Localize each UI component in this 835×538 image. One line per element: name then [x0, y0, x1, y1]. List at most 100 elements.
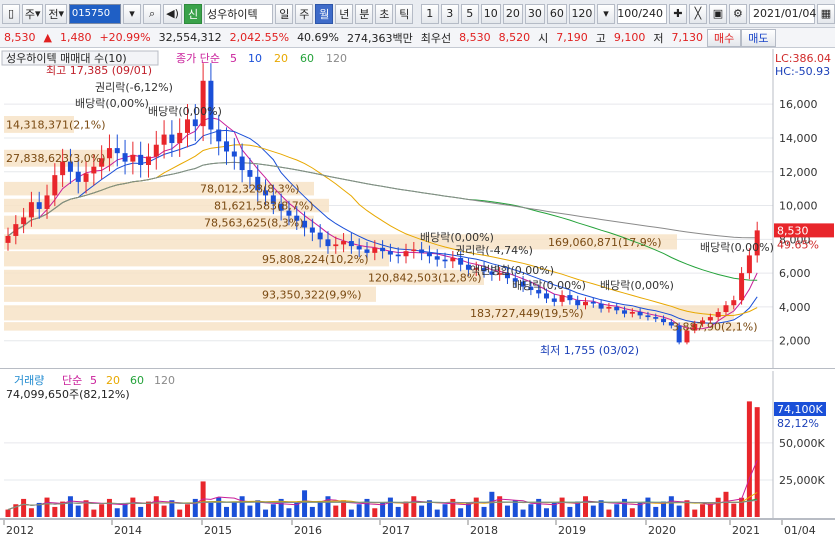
time-tick-label: 2019	[558, 524, 586, 537]
candle-body	[442, 259, 448, 262]
period-second-button[interactable]: 초	[375, 3, 394, 24]
interval-5-button[interactable]: 5	[460, 3, 479, 24]
save-icon[interactable]: ▣	[708, 3, 727, 24]
crosshair-icon[interactable]: ✚	[668, 3, 687, 24]
market-type-select[interactable]: 주 ▾	[22, 3, 44, 24]
volume-bar	[700, 504, 706, 517]
period-week-button[interactable]: 주	[295, 3, 314, 24]
candle-body	[317, 232, 323, 240]
sell-order-button[interactable]: 매도	[741, 28, 776, 47]
volume-profile-label: 95,808,224(10,2%)	[262, 253, 369, 266]
volume-ma-period: 120	[154, 374, 175, 387]
interval-60-button[interactable]: 60	[546, 3, 567, 24]
ma-period-label: 5	[230, 52, 237, 65]
stock-name-field: 성우하이텍	[204, 3, 274, 24]
volume-chart-pane[interactable]: 50,000K 25,000K 거래량 단순 5 20 60 120 74,099,650주(8…	[0, 371, 835, 519]
code-dropdown-icon[interactable]: ▾	[123, 3, 142, 24]
candle-body	[333, 244, 339, 247]
volume-profile-label: 169,060,871(17,9%)	[548, 236, 662, 249]
volume-bar	[676, 505, 682, 517]
event-annotation: 배당락(0,00%)	[420, 231, 494, 244]
time-tick-label: 2018	[470, 524, 498, 537]
period-tick-button[interactable]: 틱	[395, 3, 414, 24]
interval-3-button[interactable]: 3	[440, 3, 459, 24]
volume-bar	[653, 506, 659, 517]
volume-bar	[161, 505, 167, 517]
calendar-icon[interactable]: ▦	[816, 3, 835, 24]
price-change-pct: +20.99%	[99, 31, 151, 44]
candle-body	[411, 249, 417, 252]
date-input[interactable]: 2021/01/04	[748, 3, 816, 24]
interval-120-button[interactable]: 120	[568, 3, 595, 24]
low-price-note: 최저 1,755 (03/02)	[540, 344, 639, 357]
volume-bar	[67, 496, 73, 517]
candle-body	[91, 166, 97, 174]
time-tick-label: 2012	[6, 524, 34, 537]
interval-30-button[interactable]: 30	[524, 3, 545, 24]
price-chart[interactable]: 16,00014,00012,00010,0008,0006,0004,0002…	[0, 49, 835, 369]
menu-select[interactable]: 전 ▾	[45, 3, 67, 24]
volume-bar	[364, 498, 370, 517]
stock-code-input[interactable]: 015750	[68, 3, 122, 24]
sound-icon[interactable]: ◀)	[163, 3, 183, 24]
volume-bar	[247, 505, 253, 517]
volume-bar	[216, 497, 222, 517]
layout-icon[interactable]: ▯	[2, 3, 20, 24]
volume-tick-label: 50,000K	[779, 437, 825, 450]
candle-body	[434, 256, 440, 260]
candle-body	[723, 305, 729, 312]
volume-bar	[333, 505, 339, 517]
volume-chart[interactable]: 50,000K 25,000K 거래량 단순 5 20 60 120 74,099,650주(8…	[0, 371, 835, 519]
volume-bar	[395, 506, 401, 517]
time-axis-svg: 2012 2014 2015 2016 2017 2018 2019 2020 2021 01/0…	[3, 520, 816, 537]
interval-10-button[interactable]: 10	[480, 3, 501, 24]
candle-body	[614, 306, 620, 311]
ask-price: 8,530	[459, 31, 491, 44]
volume-bar	[317, 501, 323, 517]
volume-bar	[341, 500, 347, 517]
buy-order-button[interactable]: 매수	[707, 28, 742, 47]
candle-body	[356, 246, 362, 250]
ma-period-label: 60	[300, 52, 314, 65]
gear-icon[interactable]: ⚙	[728, 3, 747, 24]
volume-bar	[622, 498, 628, 517]
candle-body	[387, 251, 393, 255]
candle-body	[341, 241, 347, 245]
interval-1-button[interactable]: 1	[420, 3, 439, 24]
volume-bar	[583, 496, 589, 517]
candle-body	[395, 254, 401, 257]
candle-body	[746, 255, 752, 274]
event-annotation: 배당락(0,00%)	[700, 241, 774, 254]
volume-bar	[28, 508, 34, 517]
data-count-input[interactable]: 100/240	[616, 3, 667, 24]
candle-body	[83, 173, 89, 182]
candle-body	[543, 293, 549, 299]
volume-tick-label: 25,000K	[779, 474, 825, 487]
candle-body	[380, 247, 386, 252]
period-day-button[interactable]: 일	[275, 3, 294, 24]
interval-dropdown-icon[interactable]: ▾	[596, 3, 615, 24]
period-minute-button[interactable]: 분	[355, 3, 374, 24]
candle-body	[419, 249, 425, 253]
volume-ma-period: 5	[90, 374, 97, 387]
volume-bar	[723, 491, 729, 517]
ma-label: 종가 단순	[176, 52, 220, 65]
volume-bar	[239, 496, 245, 517]
volume-bar	[543, 508, 549, 517]
candle-body	[44, 195, 50, 209]
volume-profile-label: 120,842,503(12,8%)	[368, 271, 482, 284]
price-chart-pane[interactable]: 16,000 14,000 12,000 10,000 8,000 6,000 4,000 2…	[0, 49, 835, 369]
volume-profile-label: 27,838,623(3,0%)	[6, 152, 106, 165]
open-price: 7,190	[556, 31, 588, 44]
volume-bar	[231, 501, 237, 517]
interval-20-button[interactable]: 20	[502, 3, 523, 24]
candle-body	[598, 303, 604, 309]
candle-body	[192, 119, 198, 127]
candle-body	[231, 151, 237, 157]
period-month-button[interactable]: 월	[315, 3, 334, 24]
search-icon[interactable]: ⌕	[143, 3, 162, 24]
volume-bar	[184, 504, 190, 517]
new-stock-badge[interactable]: 신	[184, 3, 203, 24]
period-year-button[interactable]: 년	[335, 3, 354, 24]
chart-type-icon[interactable]: ╳	[688, 3, 707, 24]
